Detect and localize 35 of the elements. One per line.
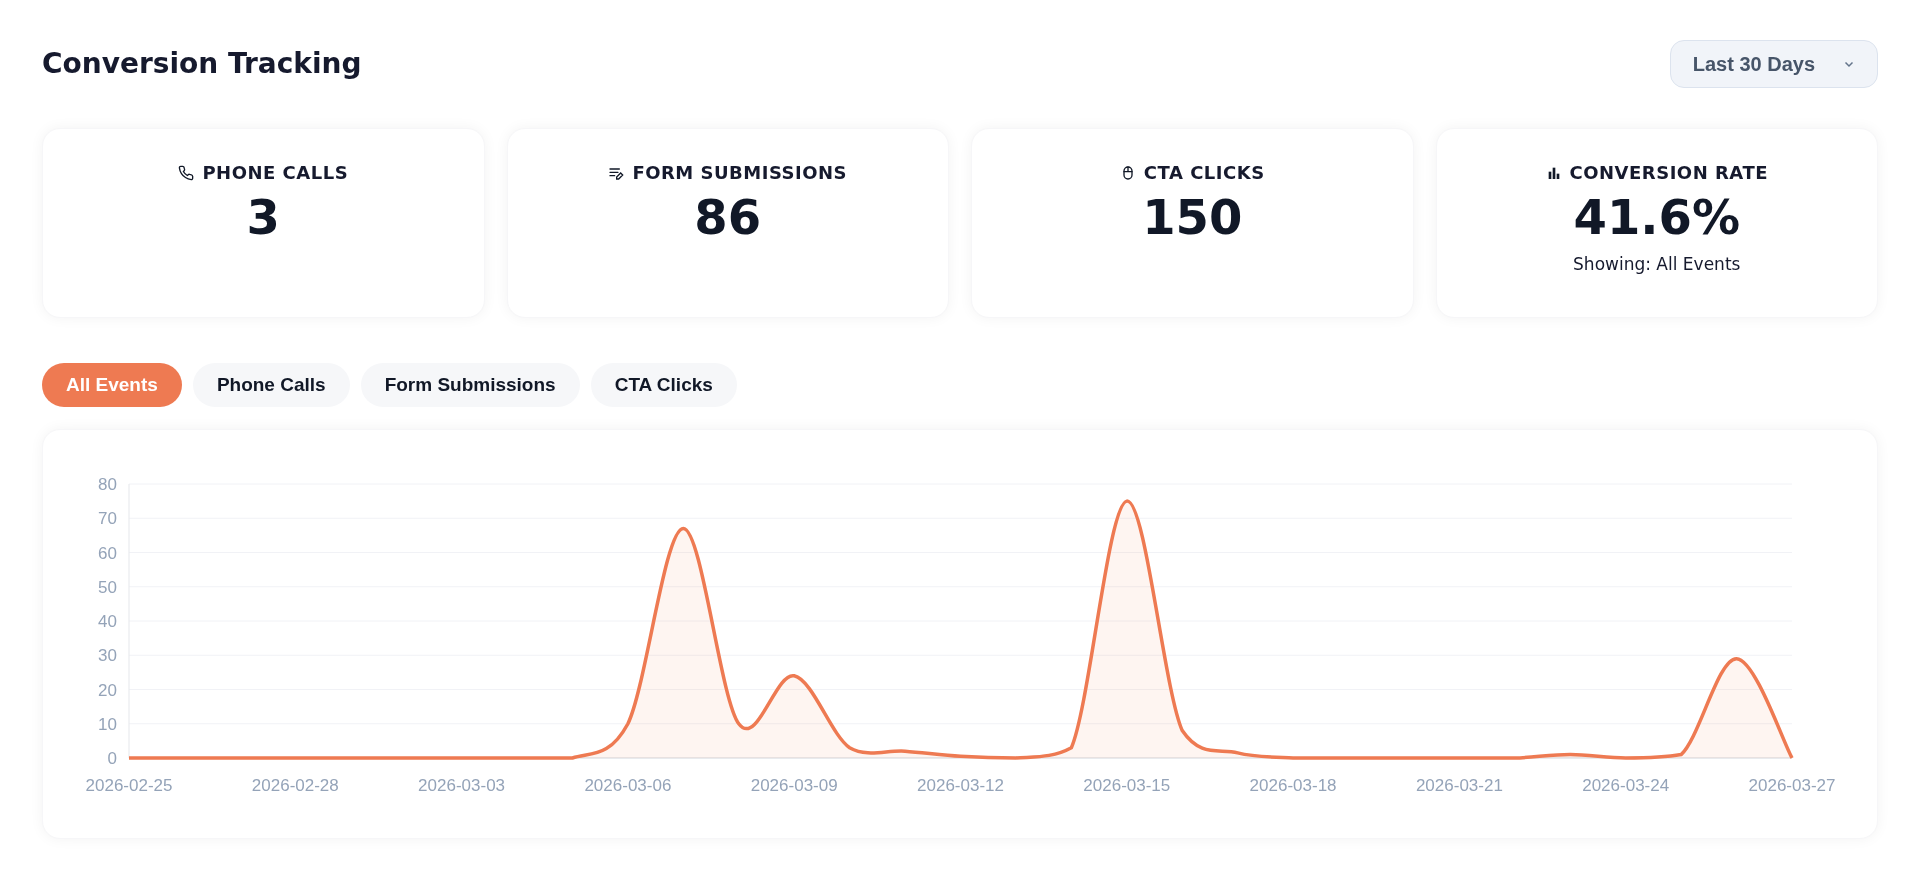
y-tick-label: 20 [98, 680, 117, 700]
stat-value: 3 [246, 188, 280, 246]
stat-value: 41.6% [1573, 188, 1740, 246]
x-tick-label: 2026-03-06 [584, 776, 672, 795]
stat-value: 150 [1142, 188, 1243, 246]
filter-tab[interactable]: Form Submissions [360, 363, 580, 407]
x-tick-label: 2026-03-27 [1748, 776, 1836, 795]
x-tick-label: 2026-02-28 [251, 776, 339, 795]
filter-tab[interactable]: CTA Clicks [590, 363, 737, 407]
y-tick-label: 60 [98, 543, 117, 563]
y-tick-label: 10 [98, 714, 117, 734]
filter-tab[interactable]: Phone Calls [192, 363, 350, 407]
x-tick-label: 2026-03-21 [1415, 776, 1503, 795]
x-tick-label: 2026-03-03 [418, 776, 506, 795]
x-tick-label: 2026-02-25 [85, 776, 173, 795]
y-tick-label: 0 [107, 749, 117, 768]
x-tick-label: 2026-03-09 [750, 776, 838, 795]
stat-label: FORM SUBMISSIONS [632, 161, 848, 185]
stat-value: 86 [694, 188, 762, 246]
stat-label: CTA CLICKS [1143, 161, 1265, 185]
x-tick-label: 2026-03-18 [1249, 776, 1337, 795]
page-title: Conversion Tracking [42, 46, 362, 82]
date-range-dropdown[interactable]: Last 30 Days [1669, 40, 1878, 88]
x-tick-label: 2026-03-15 [1083, 776, 1171, 795]
phone-icon [178, 164, 195, 181]
x-tick-label: 2026-03-12 [917, 776, 1004, 795]
y-tick-label: 80 [98, 475, 117, 494]
x-tick-label: 2026-03-24 [1582, 776, 1670, 795]
y-tick-label: 30 [98, 646, 117, 666]
y-tick-label: 70 [98, 509, 117, 529]
stat-label: PHONE CALLS [202, 161, 349, 185]
stat-note: Showing: All Events [1573, 253, 1741, 276]
y-tick-label: 50 [98, 577, 117, 597]
stat-label: CONVERSION RATE [1569, 161, 1768, 185]
y-tick-label: 40 [98, 612, 117, 631]
